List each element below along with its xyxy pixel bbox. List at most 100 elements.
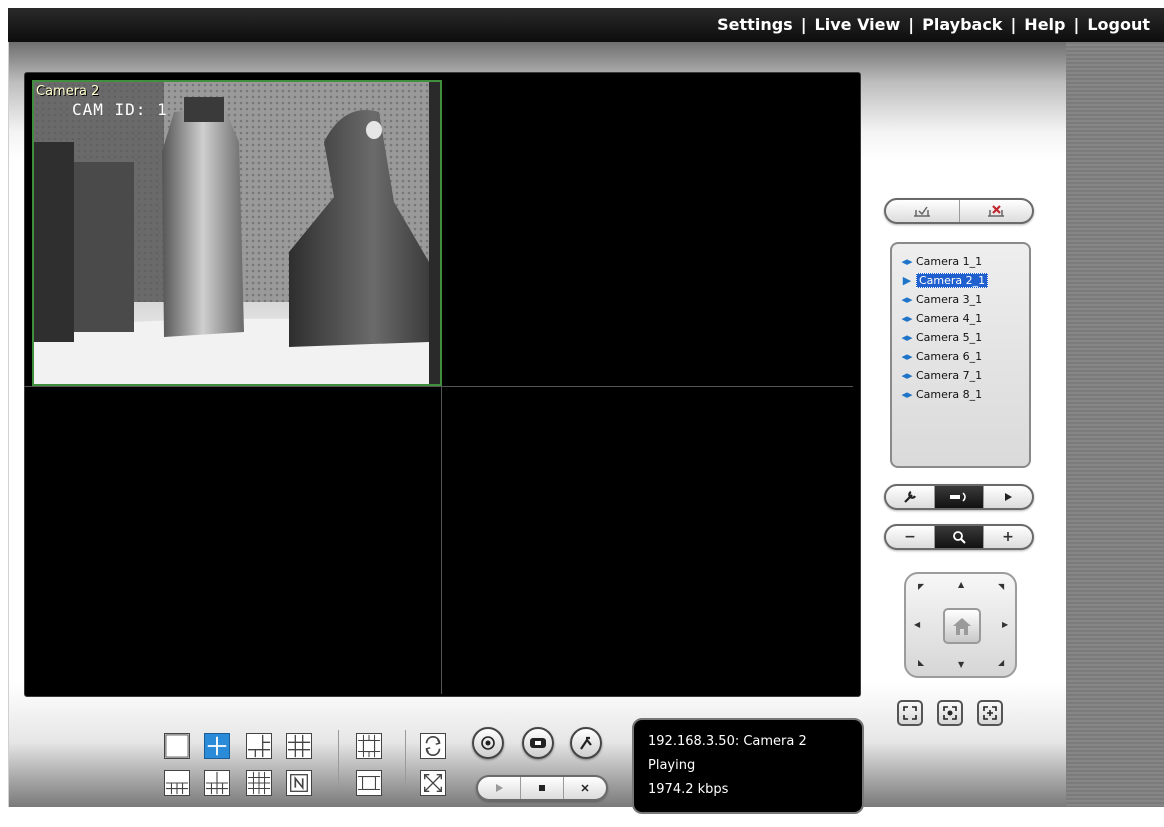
tile-camera-title: Camera 2: [36, 84, 100, 99]
camera-list-item[interactable]: ◂▸ Camera 1_1: [898, 252, 1023, 271]
camera-list-item-label: Camera 2_1: [916, 273, 989, 288]
zoom-magnifier: [935, 526, 984, 548]
auto-rotate-button[interactable]: [420, 733, 446, 759]
layout-nine-icon: [287, 734, 311, 758]
nav-logout-link[interactable]: Logout: [1087, 15, 1150, 34]
zoom-controls: − +: [884, 524, 1034, 550]
layout-16-button[interactable]: [246, 770, 272, 796]
camera-icon: ◂▸: [901, 388, 913, 401]
ptz-down-left-arrow[interactable]: ◣: [918, 658, 924, 667]
camera-select-controls: [884, 198, 1034, 224]
nav-playback-link[interactable]: Playback: [922, 15, 1002, 34]
deselect-all-icon: [987, 205, 1004, 217]
top-navigation: Settings | Live View | Playback | Help |…: [717, 15, 1150, 34]
camera-feed-image: [34, 82, 440, 384]
ptz-control-pad: ◤ ▲ ◥ ◀ ▶ ◣ ▼ ◢: [904, 572, 1017, 678]
focus-button[interactable]: [937, 700, 963, 726]
focus-icon: [943, 706, 957, 720]
ptz-up-arrow[interactable]: ▲: [958, 580, 964, 589]
nav-separator: |: [800, 15, 807, 34]
top-bar: Settings | Live View | Playback | Help |…: [8, 8, 1164, 42]
camera-icon: ◂▸: [901, 369, 913, 382]
camera-icon: ◂▸: [901, 312, 913, 325]
camera-list-item[interactable]: ◂▸ Camera 7_1: [898, 366, 1023, 385]
camera-list-item-selected[interactable]: ▶ Camera 2_1: [898, 271, 1023, 290]
snapshot-icon: [530, 738, 546, 748]
layout-6-button[interactable]: [246, 733, 272, 759]
layout-8-button[interactable]: [164, 770, 190, 796]
camera-list-item-label: Camera 7_1: [916, 369, 983, 382]
layout-single-icon: [165, 734, 189, 758]
auto-focus-button[interactable]: [977, 700, 1003, 726]
audio-button[interactable]: [935, 486, 984, 508]
tools-button[interactable]: [570, 727, 602, 759]
record-button[interactable]: [472, 727, 504, 759]
zoom-in-button[interactable]: +: [984, 526, 1032, 548]
fit-view-button[interactable]: [897, 700, 923, 726]
nav-separator: |: [1073, 15, 1080, 34]
ptz-home-button[interactable]: [943, 608, 981, 644]
close-stream-button[interactable]: [564, 777, 606, 799]
play-button[interactable]: [478, 777, 521, 799]
camera-list-item-label: Camera 8_1: [916, 388, 983, 401]
speaker-icon: [950, 492, 966, 502]
layout-frame-icon: [357, 775, 381, 791]
camera-list-item-label: Camera 4_1: [916, 312, 983, 325]
camera-list-item-label: Camera 3_1: [916, 293, 983, 306]
play-icon: [496, 784, 503, 792]
auto-focus-icon: [983, 706, 997, 720]
layout-ten-icon: [205, 771, 229, 795]
layout-thirteen-icon: [357, 734, 381, 758]
magnifier-icon: [953, 531, 966, 544]
toolbar-divider: [405, 730, 406, 788]
home-icon: [953, 618, 971, 635]
layout-frame-button[interactable]: [356, 770, 382, 796]
camera-list-item[interactable]: ◂▸ Camera 5_1: [898, 328, 1023, 347]
stream-info-panel: 192.168.3.50: Camera 2 Playing 1974.2 kb…: [632, 718, 864, 814]
ptz-up-right-arrow[interactable]: ◥: [998, 582, 1004, 591]
grid-divider-horizontal: [24, 386, 853, 387]
app-window: Settings | Live View | Playback | Help |…: [0, 0, 1164, 827]
record-icon: [481, 736, 495, 750]
ptz-down-arrow[interactable]: ▼: [958, 660, 964, 669]
layout-1-button[interactable]: [164, 733, 190, 759]
camera-list-item-label: Camera 5_1: [916, 331, 983, 344]
nav-live-view-link[interactable]: Live View: [815, 15, 901, 34]
stream-bitrate: 1974.2 kbps: [648, 782, 729, 797]
camera-settings-button[interactable]: [886, 486, 935, 508]
nav-settings-link[interactable]: Settings: [717, 15, 793, 34]
layout-sixteen-icon: [247, 771, 271, 795]
camera-tools-controls: [884, 484, 1034, 510]
layout-custom-button[interactable]: [286, 770, 312, 796]
video-tile-camera-2[interactable]: Camera 2 CAM ID: 1: [32, 80, 442, 386]
layout-9-button[interactable]: [286, 733, 312, 759]
snapshot-button[interactable]: [522, 727, 554, 759]
camera-list-item[interactable]: ◂▸ Camera 4_1: [898, 309, 1023, 328]
ptz-left-arrow[interactable]: ◀: [914, 620, 920, 629]
layout-quad-icon: [207, 736, 227, 756]
camera-icon: ◂▸: [901, 255, 913, 268]
ptz-right-arrow[interactable]: ▶: [1002, 620, 1008, 629]
camera-list-item[interactable]: ◂▸ Camera 6_1: [898, 347, 1023, 366]
select-all-button[interactable]: [886, 200, 960, 222]
ptz-up-left-arrow[interactable]: ◤: [918, 582, 924, 591]
layout-4-button[interactable]: [204, 733, 230, 759]
stop-button[interactable]: [521, 777, 564, 799]
camera-icon: ◂▸: [901, 293, 913, 306]
deselect-all-button[interactable]: [960, 200, 1033, 222]
nav-help-link[interactable]: Help: [1024, 15, 1065, 34]
stream-state: Playing: [648, 758, 696, 773]
ptz-down-right-arrow[interactable]: ◢: [998, 658, 1004, 667]
zoom-out-button[interactable]: −: [886, 526, 935, 548]
play-icon: [1005, 493, 1012, 501]
layout-eight-icon: [165, 782, 189, 795]
fullscreen-button[interactable]: [420, 770, 446, 796]
layout-13-button[interactable]: [356, 733, 382, 759]
layout-10-button[interactable]: [204, 770, 230, 796]
camera-list-item-label: Camera 6_1: [916, 350, 983, 363]
wrench-icon: [904, 491, 916, 503]
fit-icon: [903, 706, 917, 720]
play-camera-button[interactable]: [984, 486, 1032, 508]
camera-list-item[interactable]: ◂▸ Camera 8_1: [898, 385, 1023, 404]
camera-list-item[interactable]: ◂▸ Camera 3_1: [898, 290, 1023, 309]
